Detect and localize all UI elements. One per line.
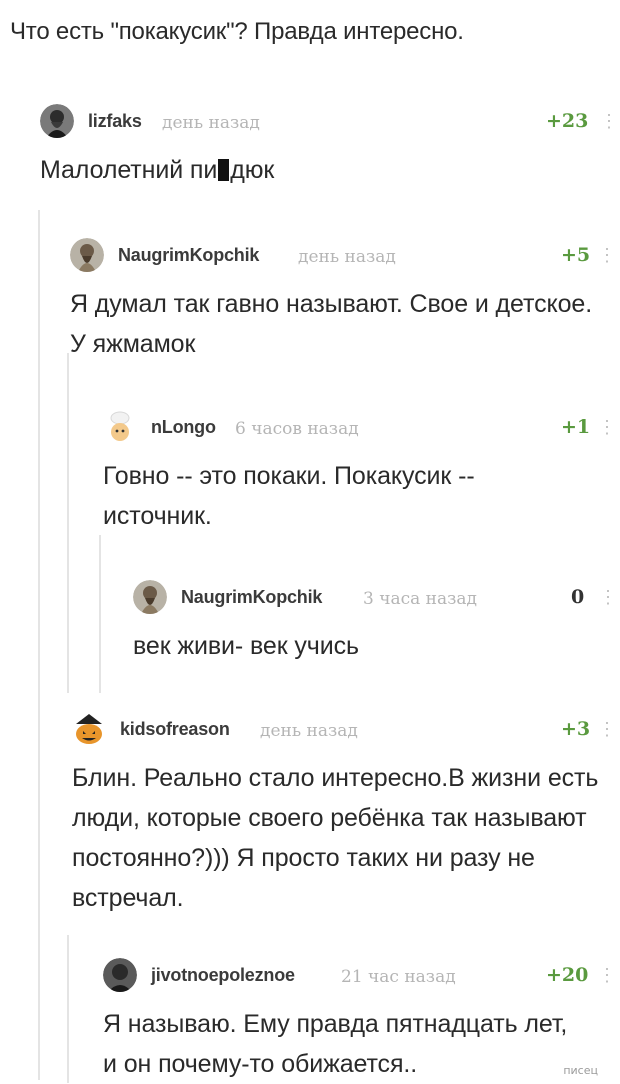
thread-line[interactable] bbox=[38, 210, 40, 1080]
comment-author[interactable]: jivotnoepoleznoe bbox=[151, 965, 295, 986]
comment-author[interactable]: NaugrimKopchik bbox=[181, 587, 322, 608]
more-options-icon[interactable]: ⋮ bbox=[599, 588, 617, 606]
dwarf-warrior-avatar-icon[interactable] bbox=[133, 580, 167, 614]
comment: kidsofreason день назад +3 ⋮ Блин. Реаль… bbox=[72, 712, 616, 912]
comment-time[interactable]: день назад bbox=[298, 247, 396, 267]
comment-author[interactable]: NaugrimKopchik bbox=[118, 245, 259, 266]
comment-text: век живи- век учись bbox=[133, 632, 359, 660]
comment: NaugrimKopchik день назад +5 ⋮ Я думал т… bbox=[70, 238, 616, 358]
comment-text: Малолетний пи дюк bbox=[40, 150, 600, 190]
censor-block bbox=[218, 159, 230, 181]
dark-portrait-avatar-icon[interactable] bbox=[103, 958, 137, 992]
thread-line[interactable] bbox=[99, 535, 101, 693]
comment-rating: +20 bbox=[546, 964, 589, 986]
comment-header: NaugrimKopchik день назад +5 ⋮ bbox=[70, 238, 616, 272]
comment-rating: +5 bbox=[561, 244, 591, 266]
comment-author[interactable]: nLongo bbox=[151, 417, 216, 438]
comment-rating: 0 bbox=[571, 586, 585, 608]
watermark: писец bbox=[563, 1064, 598, 1077]
comment: NaugrimKopchik 3 часа назад 0 ⋮ век живи… bbox=[133, 580, 617, 660]
comment-header: jivotnoepoleznoe 21 час назад +20 ⋮ bbox=[103, 958, 616, 992]
cartoon-chef-avatar-icon[interactable] bbox=[103, 410, 137, 444]
comment-header: lizfaks день назад +23 ⋮ bbox=[40, 104, 618, 138]
comment: nLongo 6 часов назад +1 ⋮ Говно -- это п… bbox=[103, 410, 616, 530]
comment: lizfaks день назад +23 ⋮ Малолетний пи дю… bbox=[40, 104, 618, 184]
comment-header: NaugrimKopchik 3 часа назад 0 ⋮ bbox=[133, 580, 617, 614]
comment-author[interactable]: lizfaks bbox=[88, 111, 142, 132]
more-options-icon[interactable]: ⋮ bbox=[598, 966, 616, 984]
more-options-icon[interactable]: ⋮ bbox=[598, 418, 616, 436]
dwarf-warrior-avatar-icon[interactable] bbox=[70, 238, 104, 272]
comment-time[interactable]: 6 часов назад bbox=[235, 419, 359, 439]
comment-time[interactable]: день назад bbox=[260, 721, 358, 741]
comment-rating: +1 bbox=[561, 416, 591, 438]
comment-text: Говно -- это покаки. Покакусик -- источн… bbox=[103, 462, 475, 530]
more-options-icon[interactable]: ⋮ bbox=[598, 246, 616, 264]
bearded-man-avatar-icon[interactable] bbox=[40, 104, 74, 138]
comment-rating: +3 bbox=[561, 718, 591, 740]
jack-o-lantern-avatar-icon[interactable] bbox=[72, 712, 106, 746]
thread-line[interactable] bbox=[67, 353, 69, 693]
comment-text: Блин. Реально стало интересно.В жизни ес… bbox=[72, 764, 599, 912]
comment-header: nLongo 6 часов назад +1 ⋮ bbox=[103, 410, 616, 444]
more-options-icon[interactable]: ⋮ bbox=[598, 720, 616, 738]
comment-author[interactable]: kidsofreason bbox=[120, 719, 230, 740]
comment-rating: +23 bbox=[546, 110, 589, 132]
comment-text-part: Малолетний пи bbox=[40, 156, 218, 184]
comment-time[interactable]: день назад bbox=[162, 113, 260, 133]
comment: jivotnoepoleznoe 21 час назад +20 ⋮ Я на… bbox=[103, 958, 616, 1078]
comment-text-part: дюк bbox=[230, 156, 275, 184]
more-options-icon[interactable]: ⋮ bbox=[600, 112, 618, 130]
comment-text: Я думал так гавно называют. Свое и детск… bbox=[70, 290, 593, 358]
comment-text: Я называю. Ему правда пятнадцать лет, и … bbox=[103, 1010, 568, 1078]
post-title: Что есть "покакусик"? Правда интересно. bbox=[10, 18, 464, 45]
comment-header: kidsofreason день назад +3 ⋮ bbox=[72, 712, 616, 746]
comment-time[interactable]: 3 часа назад bbox=[363, 589, 477, 609]
comment-time[interactable]: 21 час назад bbox=[341, 967, 456, 987]
thread-line[interactable] bbox=[67, 935, 69, 1083]
